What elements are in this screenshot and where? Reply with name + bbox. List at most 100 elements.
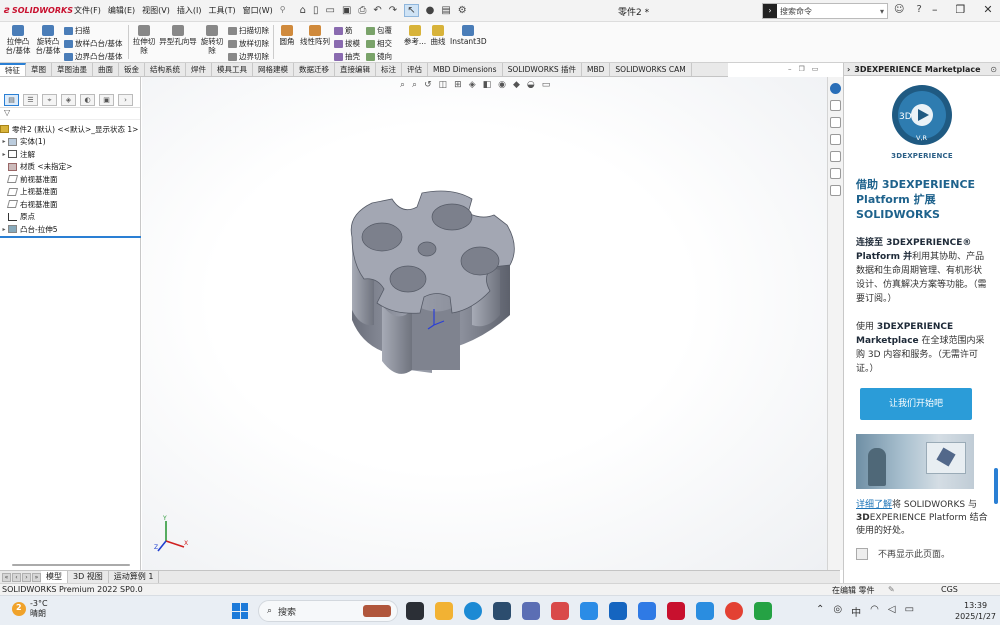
outlook-icon[interactable] bbox=[609, 602, 627, 620]
revolve-cut-button[interactable]: 旋转切除 bbox=[200, 25, 224, 55]
taskbar-search[interactable]: ⌕ 搜索 bbox=[258, 600, 398, 622]
menu-window[interactable]: 窗口(W) bbox=[243, 5, 273, 16]
learn-more-link[interactable]: 详细了解 bbox=[856, 500, 892, 510]
tab-data-migration[interactable]: 数据迁移 bbox=[294, 63, 335, 76]
menu-insert[interactable]: 插入(I) bbox=[177, 5, 202, 16]
graphics-viewport[interactable]: ⌕ ⌕ ↺ ◫ ⊞ ◈ ◧ ◉ ◆ ◒ ▭ Y X Z bbox=[142, 77, 827, 570]
tree-item-right-plane[interactable]: 右视基准面 bbox=[0, 198, 141, 211]
tab-mbd-dimensions[interactable]: MBD Dimensions bbox=[428, 63, 503, 76]
menu-file[interactable]: 文件(F) bbox=[74, 5, 101, 16]
solidworks-taskbar-icon[interactable] bbox=[667, 602, 685, 620]
expand-arrow-icon[interactable]: ▸ bbox=[0, 138, 8, 145]
panel-more-icon[interactable]: › bbox=[118, 93, 133, 106]
revolve-boss-button[interactable]: 旋转凸台/基体 bbox=[34, 25, 62, 55]
zoom-to-fit-icon[interactable]: ⌕ bbox=[400, 80, 405, 90]
app-icon[interactable] bbox=[638, 602, 656, 620]
view-orientation-icon[interactable]: ◈ bbox=[469, 80, 476, 90]
undo-icon[interactable]: ↶ bbox=[373, 5, 381, 16]
hide-show-items-icon[interactable]: ◉ bbox=[498, 80, 506, 90]
reference-geometry-button[interactable]: 参考... bbox=[402, 25, 428, 46]
edit-appearance-icon[interactable]: ◆ bbox=[513, 80, 520, 90]
shell-button[interactable]: 抽壳 bbox=[334, 51, 360, 62]
intersect-button[interactable]: 相交 bbox=[366, 38, 392, 49]
doc-restore-icon[interactable]: ❐ bbox=[799, 65, 805, 73]
section-view-icon[interactable]: ◫ bbox=[439, 80, 448, 90]
linear-pattern-button[interactable]: 线性阵列 bbox=[299, 25, 331, 46]
new-icon[interactable]: ▯ bbox=[313, 5, 319, 16]
mirror-button[interactable]: 镜向 bbox=[366, 51, 392, 62]
tab-mbd[interactable]: MBD bbox=[582, 63, 611, 76]
tab-solidworks-cam[interactable]: SOLIDWORKS CAM bbox=[610, 63, 692, 76]
appearances-scenes-icon[interactable] bbox=[830, 168, 841, 179]
rollback-bar[interactable] bbox=[0, 235, 141, 238]
options-gear-icon[interactable]: ⚙ bbox=[458, 5, 467, 16]
pin-icon[interactable]: ⚲ bbox=[280, 5, 286, 16]
app-icon[interactable] bbox=[551, 602, 569, 620]
menu-edit[interactable]: 编辑(E) bbox=[108, 5, 135, 16]
tab-structure-system[interactable]: 结构系统 bbox=[145, 63, 186, 76]
part-3d-model[interactable] bbox=[342, 185, 532, 375]
draft-button[interactable]: 拔模 bbox=[334, 38, 360, 49]
help-icon[interactable]: ? bbox=[916, 4, 921, 15]
cam-tab-icon[interactable]: ▣ bbox=[99, 93, 114, 106]
select-pointer-icon[interactable]: ↖ bbox=[404, 4, 419, 17]
tab-motion-study[interactable]: 运动算例 1 bbox=[109, 571, 160, 583]
display-manager-tab-icon[interactable]: ◐ bbox=[80, 93, 95, 106]
tab-sketch-ink[interactable]: 草图油墨 bbox=[52, 63, 93, 76]
tab-sketch[interactable]: 草图 bbox=[26, 63, 52, 76]
tab-direct-editing[interactable]: 直接编辑 bbox=[335, 63, 376, 76]
minimize-icon[interactable]: – bbox=[932, 3, 938, 16]
save-icon[interactable]: ▣ bbox=[342, 5, 351, 16]
zoom-area-icon[interactable]: ⌕ bbox=[412, 80, 417, 90]
next-tab-icon[interactable]: › bbox=[22, 572, 31, 582]
menu-tools[interactable]: 工具(T) bbox=[208, 5, 235, 16]
get-started-button[interactable]: 让我们开始吧 bbox=[860, 388, 972, 420]
tab-model[interactable]: 模型 bbox=[41, 571, 68, 583]
store-icon[interactable] bbox=[493, 602, 511, 620]
fillet-button[interactable]: 圆角 bbox=[277, 25, 297, 46]
boundary-cut-button[interactable]: 边界切除 bbox=[228, 51, 269, 62]
view-settings-icon[interactable]: ▭ bbox=[542, 80, 551, 90]
tab-surfaces[interactable]: 曲面 bbox=[93, 63, 119, 76]
app-tray-icon[interactable]: ◎ bbox=[833, 604, 842, 619]
horizontal-scrollbar[interactable] bbox=[12, 564, 130, 566]
print-icon[interactable]: ⎙ bbox=[358, 5, 366, 16]
apply-scene-icon[interactable]: ◒ bbox=[527, 80, 535, 90]
menu-view[interactable]: 视图(V) bbox=[142, 5, 170, 16]
chrome-icon[interactable] bbox=[725, 602, 743, 620]
feature-manager-tab-icon[interactable]: ▤ bbox=[4, 93, 19, 106]
sweep-button[interactable]: 扫描 bbox=[64, 25, 90, 36]
first-tab-icon[interactable]: « bbox=[2, 572, 11, 582]
volume-icon[interactable]: ◁ bbox=[888, 604, 896, 619]
hole-wizard-button[interactable]: 异型孔向导 bbox=[159, 25, 197, 46]
loft-boss-button[interactable]: 放样凸台/基体 bbox=[64, 38, 123, 49]
rib-button[interactable]: 筋 bbox=[334, 25, 353, 36]
system-clock[interactable]: 13:39 2025/1/27 bbox=[955, 600, 996, 622]
boundary-boss-button[interactable]: 边界凸台/基体 bbox=[64, 51, 123, 62]
windows-start-icon[interactable] bbox=[232, 603, 248, 619]
tab-evaluate[interactable]: 评估 bbox=[402, 63, 428, 76]
rebuild-icon[interactable]: ● bbox=[426, 5, 435, 16]
tab-solidworks-addins[interactable]: SOLIDWORKS 插件 bbox=[503, 63, 582, 76]
extrude-boss-button[interactable]: 拉伸凸台/基体 bbox=[4, 25, 32, 55]
chevron-up-icon[interactable]: ⌃ bbox=[816, 604, 824, 619]
tree-item-top-plane[interactable]: 上视基准面 bbox=[0, 186, 141, 199]
file-explorer-app-icon[interactable] bbox=[435, 602, 453, 620]
panel-scrollbar[interactable] bbox=[994, 468, 998, 504]
doc-maximize-icon[interactable]: ▭ bbox=[812, 65, 819, 73]
weather-widget[interactable]: -3°C 晴朗 bbox=[12, 599, 48, 619]
command-search-input[interactable]: › 搜索命令 ▾ bbox=[762, 3, 888, 19]
dimxpert-tab-icon[interactable]: ◈ bbox=[61, 93, 76, 106]
app-icon[interactable] bbox=[522, 602, 540, 620]
doc-minimize-icon[interactable]: – bbox=[788, 65, 792, 73]
dynamic-annotation-icon[interactable]: ⊞ bbox=[454, 80, 462, 90]
rebuild-status-icon[interactable]: ✎ bbox=[888, 585, 895, 594]
last-tab-icon[interactable]: » bbox=[32, 572, 41, 582]
unit-system[interactable]: CGS bbox=[941, 585, 958, 594]
tree-item-annotations[interactable]: ▸ 注解 bbox=[0, 148, 141, 161]
tab-mesh-modeling[interactable]: 网格建模 bbox=[253, 63, 294, 76]
tree-root-part[interactable]: 零件2 (默认) <<默认>_显示状态 1> bbox=[0, 123, 141, 136]
ime-indicator[interactable]: 中 bbox=[851, 604, 861, 619]
configuration-manager-tab-icon[interactable]: ⌖ bbox=[42, 93, 57, 106]
loft-cut-button[interactable]: 放样切除 bbox=[228, 38, 269, 49]
